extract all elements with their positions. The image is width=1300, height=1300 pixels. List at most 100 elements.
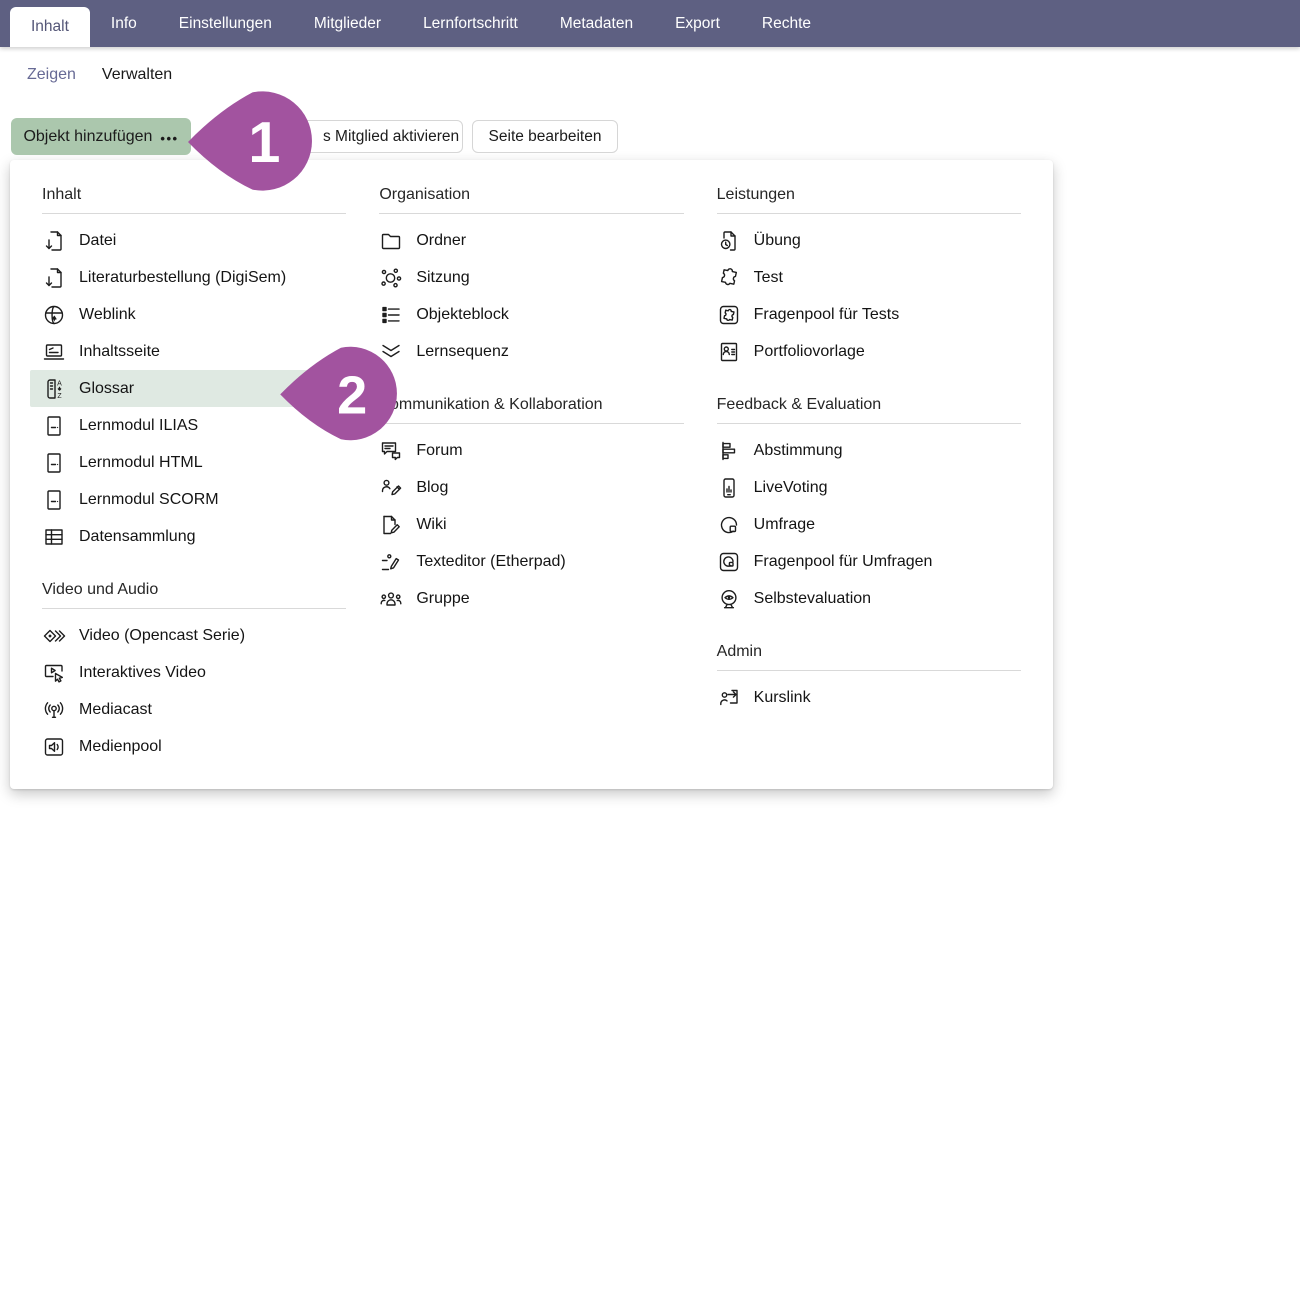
menu-item-fragenpool-fur-umfragen[interactable]: Fragenpool für Umfragen xyxy=(705,543,1021,580)
menu-item-forum[interactable]: Forum xyxy=(367,432,683,469)
tab-inhalt[interactable]: Inhalt xyxy=(10,7,90,47)
course-link-icon xyxy=(717,686,741,710)
dropdown-column-1: InhaltDateiLiteraturbestellung (DigiSem)… xyxy=(42,186,346,765)
menu-item-video-opencast-serie[interactable]: Video (Opencast Serie) xyxy=(30,617,346,654)
learning-module-icon xyxy=(42,414,66,438)
menu-item-weblink[interactable]: Weblink xyxy=(30,296,346,333)
menu-section-title: Video und Audio xyxy=(42,581,346,609)
subtab-zeigen[interactable]: Zeigen xyxy=(27,66,76,84)
menu-section-inhalt: InhaltDateiLiteraturbestellung (DigiSem)… xyxy=(42,186,346,555)
self-evaluation-icon xyxy=(717,587,741,611)
menu-section-title: Kommunikation & Kollaboration xyxy=(379,396,683,424)
forum-icon xyxy=(379,439,403,463)
menu-item-label: Fragenpool für Tests xyxy=(754,306,900,324)
menu-item-wiki[interactable]: Wiki xyxy=(367,506,683,543)
menu-section-title: Leistungen xyxy=(717,186,1021,214)
tab-mitglieder[interactable]: Mitglieder xyxy=(293,0,402,47)
menu-item-datensammlung[interactable]: Datensammlung xyxy=(30,518,346,555)
menu-item-gruppe[interactable]: Gruppe xyxy=(367,580,683,617)
menu-item-mediacast[interactable]: Mediacast xyxy=(30,691,346,728)
top-tab-bar: InhaltInfoEinstellungenMitgliederLernfor… xyxy=(0,0,1300,47)
menu-item-label: Portfoliovorlage xyxy=(754,343,865,361)
menu-section-kommunikation-kollaboration: Kommunikation & KollaborationForumBlogWi… xyxy=(379,396,683,617)
menu-item-ubung[interactable]: Übung xyxy=(705,222,1021,259)
menu-item-umfrage[interactable]: Umfrage xyxy=(705,506,1021,543)
session-icon xyxy=(379,266,403,290)
menu-item-livevoting[interactable]: LiveVoting xyxy=(705,469,1021,506)
menu-item-label: Ordner xyxy=(416,232,466,250)
menu-section-title: Feedback & Evaluation xyxy=(717,396,1021,424)
menu-item-label: Objekteblock xyxy=(416,306,509,324)
menu-section-feedback-evaluation: Feedback & EvaluationAbstimmungLiveVotin… xyxy=(717,396,1021,617)
add-object-dropdown-panel: InhaltDateiLiteraturbestellung (DigiSem)… xyxy=(10,160,1053,789)
interactive-video-icon xyxy=(42,661,66,685)
add-object-button[interactable]: Objekt hinzufügen ••• xyxy=(11,118,191,155)
menu-item-lernmodul-scorm[interactable]: Lernmodul SCORM xyxy=(30,481,346,518)
puzzle-icon xyxy=(717,266,741,290)
svg-text:Z: Z xyxy=(57,393,62,400)
tab-export[interactable]: Export xyxy=(654,0,741,47)
opencast-video-icon xyxy=(42,624,66,648)
menu-item-label: Fragenpool für Umfragen xyxy=(754,553,933,571)
activate-member-button[interactable]: s Mitglied aktivieren xyxy=(210,120,463,153)
menu-item-ordner[interactable]: Ordner xyxy=(367,222,683,259)
menu-item-fragenpool-fur-tests[interactable]: Fragenpool für Tests xyxy=(705,296,1021,333)
menu-item-abstimmung[interactable]: Abstimmung xyxy=(705,432,1021,469)
question-pool-survey-icon xyxy=(717,550,741,574)
dropdown-column-3: LeistungenÜbungTestFragenpool für TestsP… xyxy=(717,186,1021,716)
item-group-icon xyxy=(379,303,403,327)
menu-section-admin: AdminKurslink xyxy=(717,643,1021,716)
menu-item-lernsequenz[interactable]: Lernsequenz xyxy=(367,333,683,370)
menu-item-glossar[interactable]: AZGlossar xyxy=(30,370,346,407)
menu-item-inhaltsseite[interactable]: Inhaltsseite xyxy=(30,333,346,370)
menu-item-portfoliovorlage[interactable]: Portfoliovorlage xyxy=(705,333,1021,370)
menu-item-label: Inhaltsseite xyxy=(79,343,160,361)
menu-item-blog[interactable]: Blog xyxy=(367,469,683,506)
edit-page-button[interactable]: Seite bearbeiten xyxy=(472,120,618,153)
menu-section-title: Organisation xyxy=(379,186,683,214)
content-page-icon xyxy=(42,340,66,364)
menu-item-label: Datei xyxy=(79,232,116,250)
menu-item-label: Gruppe xyxy=(416,590,469,608)
menu-item-lernmodul-html[interactable]: Lernmodul HTML xyxy=(30,444,346,481)
tab-lernfortschritt[interactable]: Lernfortschritt xyxy=(402,0,539,47)
file-download-icon xyxy=(42,266,66,290)
media-pool-icon xyxy=(42,735,66,759)
table-icon xyxy=(42,525,66,549)
portfolio-template-icon xyxy=(717,340,741,364)
menu-item-label: Selbstevaluation xyxy=(754,590,871,608)
tab-metadaten[interactable]: Metadaten xyxy=(539,0,654,47)
survey-icon xyxy=(717,513,741,537)
menu-item-datei[interactable]: Datei xyxy=(30,222,346,259)
subtab-verwalten[interactable]: Verwalten xyxy=(102,66,172,84)
menu-section-video-und-audio: Video und AudioVideo (Opencast Serie)Int… xyxy=(42,581,346,765)
file-download-icon xyxy=(42,229,66,253)
menu-item-label: Mediacast xyxy=(79,701,152,719)
menu-item-selbstevaluation[interactable]: Selbstevaluation xyxy=(705,580,1021,617)
live-voting-icon xyxy=(717,476,741,500)
menu-item-label: Literaturbestellung (DigiSem) xyxy=(79,269,286,287)
tab-info[interactable]: Info xyxy=(90,0,158,47)
menu-section-title: Admin xyxy=(717,643,1021,671)
menu-item-test[interactable]: Test xyxy=(705,259,1021,296)
menu-item-lernmodul-ilias[interactable]: Lernmodul ILIAS xyxy=(30,407,346,444)
tab-einstellungen[interactable]: Einstellungen xyxy=(158,0,293,47)
menu-item-objekteblock[interactable]: Objekteblock xyxy=(367,296,683,333)
menu-item-label: Medienpool xyxy=(79,738,162,756)
tab-rechte[interactable]: Rechte xyxy=(741,0,832,47)
menu-item-sitzung[interactable]: Sitzung xyxy=(367,259,683,296)
toolbar: Objekt hinzufügen ••• s Mitglied aktivie… xyxy=(0,118,1300,155)
menu-item-label: Blog xyxy=(416,479,448,497)
menu-item-label: Lernmodul HTML xyxy=(79,454,203,472)
menu-item-kurslink[interactable]: Kurslink xyxy=(705,679,1021,716)
menu-item-texteditor-etherpad[interactable]: Texteditor (Etherpad) xyxy=(367,543,683,580)
svg-text:A: A xyxy=(57,380,62,387)
menu-item-label: Lernsequenz xyxy=(416,343,509,361)
menu-section-organisation: OrganisationOrdnerSitzungObjekteblockLer… xyxy=(379,186,683,370)
menu-item-label: Abstimmung xyxy=(754,442,843,460)
etherpad-icon xyxy=(379,550,403,574)
menu-item-literaturbestellung-digisem[interactable]: Literaturbestellung (DigiSem) xyxy=(30,259,346,296)
menu-item-label: Wiki xyxy=(416,516,446,534)
menu-item-medienpool[interactable]: Medienpool xyxy=(30,728,346,765)
menu-item-interaktives-video[interactable]: Interaktives Video xyxy=(30,654,346,691)
